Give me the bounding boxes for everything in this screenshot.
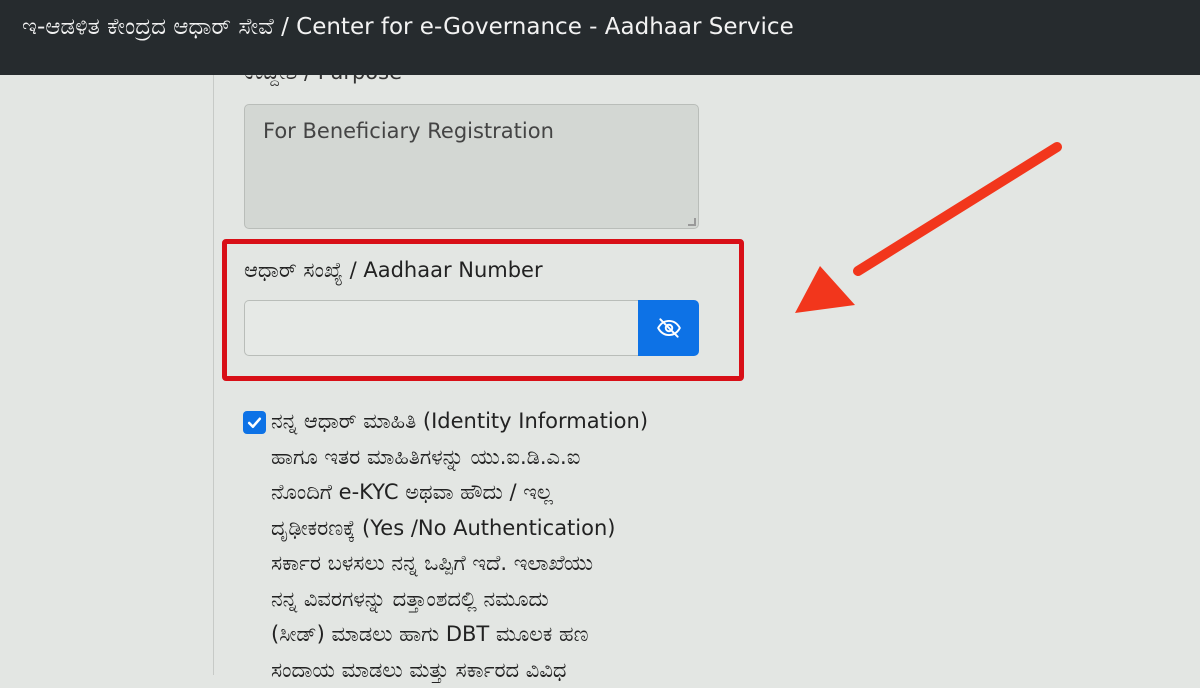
consent-line: ಸರ್ಕಾರ ಬಳಸಲು ನನ್ನ ಒಪ್ಪಿಗೆ ಇದೆ. ಇಲಾಖೆಯು <box>271 546 701 582</box>
consent-checkbox[interactable] <box>243 411 266 434</box>
header-title: ಇ-ಆಡಳಿತ ಕೇಂದ್ರದ ಆಧಾರ್ ಸೇವೆ / Center for … <box>22 14 794 40</box>
aadhaar-number-input[interactable] <box>244 300 639 356</box>
content-divider <box>213 75 214 675</box>
checkmark-icon <box>246 414 263 431</box>
consent-line: (ಸೀಡ್) ಮಾಡಲು ಹಾಗು DBT ಮೂಲಕ ಹಣ <box>271 617 701 653</box>
consent-line: ನನ್ನ ಆಧಾರ್ ಮಾಹಿತಿ (Identity Information) <box>271 404 701 440</box>
eye-slash-icon <box>656 315 682 341</box>
consent-line: ನನ್ನ ವಿವರಗಳನ್ನು ದತ್ತಾಂಶದಲ್ಲಿ ನಮೂದು <box>271 582 701 618</box>
app-header: ಇ-ಆಡಳಿತ ಕೇಂದ್ರದ ಆಧಾರ್ ಸೇವೆ / Center for … <box>0 0 1200 75</box>
purpose-value: For Beneficiary Registration <box>263 119 554 143</box>
aadhaar-number-label: ಆಧಾರ್ ಸಂಖ್ಯೆ / Aadhaar Number <box>244 258 543 283</box>
consent-line: ಸಂದಾಯ ಮಾಡಲು ಮತ್ತು ಸರ್ಕಾರದ ವಿವಿಧ <box>271 653 701 688</box>
toggle-visibility-button[interactable] <box>638 300 699 356</box>
consent-line: ಹಾಗೂ ಇತರ ಮಾಹಿತಿಗಳನ್ನು ಯು.ಐ.ಡಿ.ಎ.ಐ <box>271 440 701 476</box>
consent-text: ನನ್ನ ಆಧಾರ್ ಮಾಹಿತಿ (Identity Information)… <box>271 404 701 688</box>
consent-line: ನೊಂದಿಗೆ e-KYC ಅಥವಾ ಹೌದು / ಇಲ್ಲ <box>271 475 701 511</box>
resize-grip-icon[interactable] <box>688 218 696 226</box>
consent-line: ದೃಢೀಕರಣಕ್ಕೆ (Yes /No Authentication) <box>271 511 701 547</box>
purpose-textarea[interactable]: For Beneficiary Registration <box>244 104 699 229</box>
